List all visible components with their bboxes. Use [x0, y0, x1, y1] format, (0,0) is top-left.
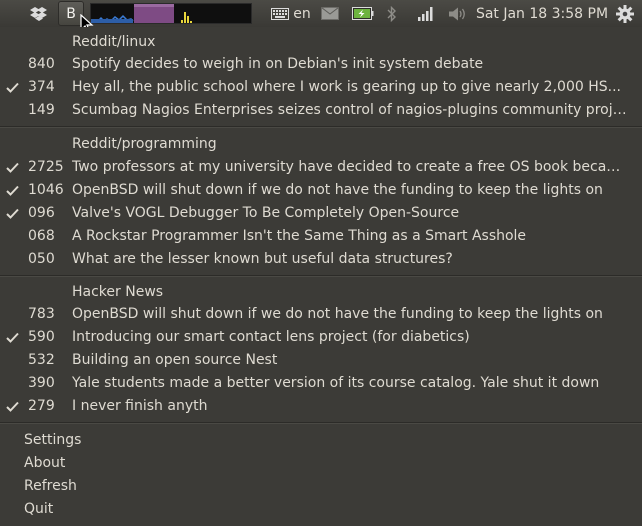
menu-item[interactable]: 783 OpenBSD will shut down if we do not …: [0, 303, 642, 325]
indicator-b-label: B: [66, 5, 76, 22]
clock-label[interactable]: Sat Jan 18 3:58 PM: [476, 0, 608, 27]
menu-item[interactable]: 068 A Rockstar Programmer Isn't the Same…: [0, 225, 642, 247]
quit-menu-item[interactable]: Quit: [24, 498, 53, 520]
menu-item[interactable]: 1046 OpenBSD will shut down if we do not…: [0, 179, 642, 201]
checkmark-icon: [6, 76, 20, 98]
battery-icon[interactable]: [350, 0, 376, 27]
menu-item[interactable]: 050 What are the lesser known but useful…: [0, 248, 642, 270]
dropbox-icon[interactable]: [28, 0, 50, 27]
settings-menu-item[interactable]: Settings: [24, 429, 81, 451]
item-title: Hey all, the public school where I work …: [72, 79, 621, 95]
section-header-reddit-programming: Reddit/programming: [72, 136, 217, 152]
item-title: Two professors at my university have dec…: [72, 159, 628, 175]
menu-item[interactable]: 2725 Two professors at my university hav…: [0, 156, 642, 178]
top-panel: B en Sat Jan 18 3:58 PM: [0, 0, 642, 34]
menu-item[interactable]: 390 Yale students made a better version …: [0, 372, 642, 394]
item-title: Valve's VOGL Debugger To Be Completely O…: [72, 205, 460, 221]
menu-separator: [0, 422, 642, 424]
item-title: Building an open source Nest: [72, 352, 278, 368]
item-title: A Rockstar Programmer Isn't the Same Thi…: [72, 228, 527, 244]
section-header-hacker-news: Hacker News: [72, 284, 164, 300]
item-title: OpenBSD will shut down if we do not have…: [72, 306, 603, 322]
item-count: 2725: [28, 159, 64, 175]
about-menu-item[interactable]: About: [24, 452, 65, 474]
item-title: What are the lesser known but useful dat…: [72, 251, 453, 267]
keyboard-language-label[interactable]: en: [291, 0, 313, 27]
menu-item[interactable]: 590 Introducing our smart contact lens p…: [0, 326, 642, 348]
refresh-menu-item[interactable]: Refresh: [24, 475, 77, 497]
menu-item[interactable]: 096 Valve's VOGL Debugger To Be Complete…: [0, 202, 642, 224]
item-count: 374: [28, 79, 55, 95]
mail-icon[interactable]: [319, 0, 341, 27]
keyboard-icon[interactable]: [270, 0, 290, 27]
volume-icon[interactable]: [446, 0, 470, 27]
item-count: 390: [28, 375, 55, 391]
item-title: Spotify decides to weigh in on Debian's …: [72, 56, 484, 72]
item-count: 840: [28, 56, 55, 72]
gear-icon[interactable]: [612, 0, 638, 27]
checkmark-icon: [6, 395, 20, 417]
menu-item[interactable]: 149 Scumbag Nagios Enterprises seizes co…: [0, 99, 642, 121]
item-title: Introducing our smart contact lens proje…: [72, 329, 470, 345]
system-monitor-graph[interactable]: [90, 3, 252, 24]
item-count: 050: [28, 251, 55, 267]
checkmark-icon: [6, 179, 20, 201]
item-title: Yale students made a better version of i…: [72, 375, 600, 391]
menu-item[interactable]: 840 Spotify decides to weigh in on Debia…: [0, 53, 642, 75]
item-count: 149: [28, 102, 55, 118]
checkmark-icon: [6, 156, 20, 178]
menu-separator: [0, 126, 642, 128]
dropdown-menu: Reddit/linux 840 Spotify decides to weig…: [0, 27, 642, 526]
item-title: I never finish anyth: [72, 398, 208, 414]
menu-item[interactable]: 374 Hey all, the public school where I w…: [0, 76, 642, 98]
menu-item[interactable]: 532 Building an open source Nest: [0, 349, 642, 371]
item-title: OpenBSD will shut down if we do not have…: [72, 182, 603, 198]
item-count: 532: [28, 352, 55, 368]
item-count: 783: [28, 306, 55, 322]
item-count: 096: [28, 205, 55, 221]
checkmark-icon: [6, 326, 20, 348]
item-count: 068: [28, 228, 55, 244]
checkmark-icon: [6, 202, 20, 224]
menu-separator: [0, 275, 642, 277]
item-count: 279: [28, 398, 55, 414]
bluetooth-icon[interactable]: [384, 0, 400, 27]
item-count: 1046: [28, 182, 64, 198]
item-title: Scumbag Nagios Enterprises seizes contro…: [72, 102, 628, 118]
section-header-reddit-linux: Reddit/linux: [72, 34, 156, 50]
item-count: 590: [28, 329, 55, 345]
menu-item[interactable]: 279 I never finish anyth: [0, 395, 642, 417]
network-icon[interactable]: [416, 0, 436, 27]
